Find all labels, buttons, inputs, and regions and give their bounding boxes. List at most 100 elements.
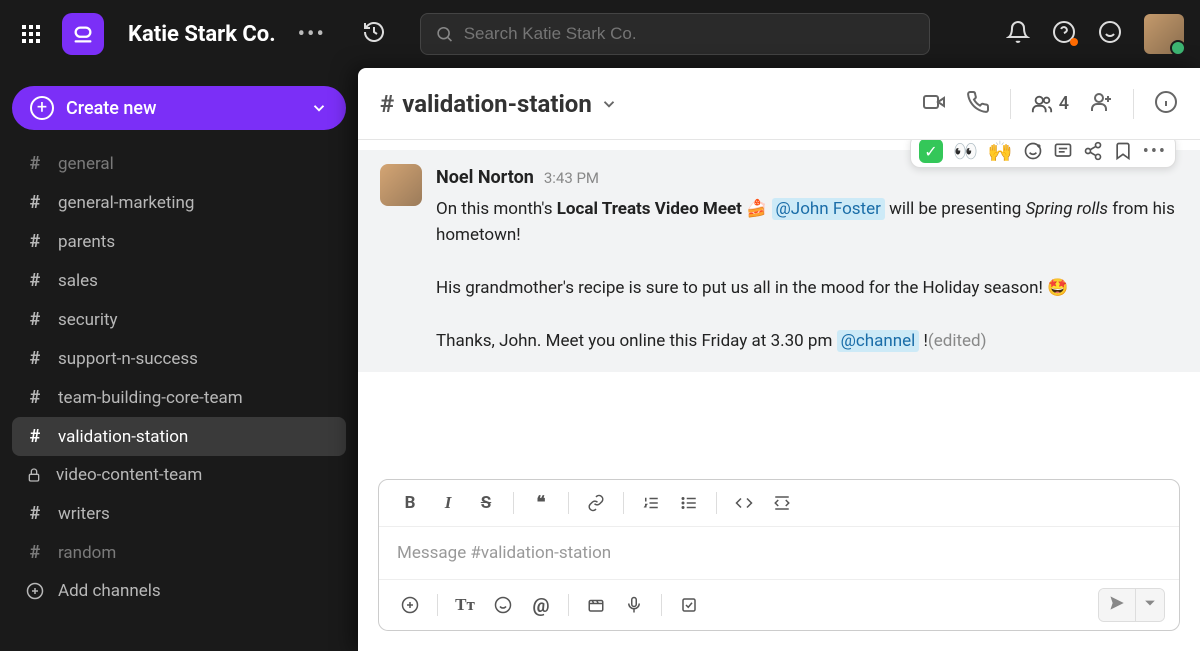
reaction-eyes[interactable]: 👀 — [953, 140, 978, 163]
video-clip-button[interactable] — [579, 590, 613, 620]
workspace-more-icon[interactable]: ••• — [298, 22, 326, 47]
composer-input[interactable]: Message #validation-station — [379, 527, 1179, 579]
audio-clip-button[interactable] — [617, 590, 651, 620]
channel-label: random — [58, 543, 116, 563]
plus-icon: + — [30, 96, 54, 120]
reaction-hands[interactable]: 🙌 — [988, 140, 1013, 163]
channel-label: team-building-core-team — [58, 388, 243, 408]
add-people-icon[interactable] — [1089, 90, 1113, 118]
more-icon[interactable]: ••• — [1143, 141, 1167, 162]
history-icon[interactable] — [362, 20, 386, 48]
add-channels-label: Add channels — [58, 581, 161, 601]
hash-icon: # — [26, 309, 44, 330]
add-channels-button[interactable]: Add channels — [12, 572, 346, 610]
thread-icon[interactable] — [1053, 141, 1073, 161]
format-button[interactable]: Tт — [448, 590, 482, 620]
search-box[interactable] — [420, 13, 930, 55]
mention-user[interactable]: @John Foster — [772, 198, 885, 220]
workspace-name[interactable]: Katie Stark Co. — [128, 22, 276, 47]
strike-button[interactable]: S — [469, 488, 503, 518]
channel-label: support-n-success — [58, 349, 198, 369]
channel-info-icon[interactable] — [1154, 90, 1178, 118]
create-new-label: Create new — [66, 98, 298, 119]
user-avatar[interactable] — [1144, 14, 1184, 54]
ordered-list-button[interactable] — [634, 488, 668, 518]
bookmark-icon[interactable] — [1113, 141, 1133, 161]
shortcuts-button[interactable] — [672, 590, 706, 620]
video-call-icon[interactable] — [922, 90, 946, 118]
mention-button[interactable]: @ — [524, 590, 558, 620]
workspace-logo[interactable] — [62, 13, 104, 55]
emoji-picker-button[interactable] — [486, 590, 520, 620]
chevron-down-icon — [600, 95, 618, 113]
add-reaction-icon[interactable] — [1023, 141, 1043, 161]
hash-icon: # — [26, 387, 44, 408]
plus-circle-icon — [26, 582, 44, 600]
sidebar-channel-sales[interactable]: # sales — [12, 261, 346, 300]
sidebar-channel-team-building-core-team[interactable]: # team-building-core-team — [12, 378, 346, 417]
hash-icon: # — [26, 192, 44, 213]
sidebar-channel-security[interactable]: # security — [12, 300, 346, 339]
message-avatar[interactable] — [380, 164, 422, 206]
channel-label: writers — [58, 504, 110, 524]
channel-title[interactable]: # validation-station — [380, 90, 618, 118]
code-block-button[interactable] — [765, 488, 799, 518]
apps-grid-icon[interactable] — [16, 19, 46, 49]
hash-icon: # — [26, 270, 44, 291]
search-icon — [435, 24, 454, 44]
message-composer: B I S ❝ — [378, 479, 1180, 631]
message-time: 3:43 PM — [544, 167, 599, 190]
quote-button[interactable]: ❝ — [524, 488, 558, 518]
chevron-down-icon — [310, 99, 328, 117]
phone-call-icon[interactable] — [966, 90, 990, 118]
sidebar-channel-support-n-success[interactable]: # support-n-success — [12, 339, 346, 378]
reaction-check[interactable]: ✓ — [919, 140, 943, 163]
lock-icon — [26, 467, 42, 483]
reaction-toolbar: ✓ 👀 🙌 ••• — [910, 140, 1176, 168]
channel-name: validation-station — [402, 90, 592, 118]
hash-icon: # — [26, 542, 44, 563]
mention-channel[interactable]: @channel — [837, 330, 920, 352]
send-options-button[interactable] — [1135, 589, 1164, 621]
sidebar-channel-writers[interactable]: # writers — [12, 494, 346, 533]
italic-button[interactable]: I — [431, 488, 465, 518]
link-button[interactable] — [579, 488, 613, 518]
help-notification-dot — [1070, 38, 1078, 46]
bold-button[interactable]: B — [393, 488, 427, 518]
emoji-icon[interactable] — [1098, 20, 1122, 48]
people-icon — [1031, 93, 1053, 115]
sidebar-channel-video-content-team[interactable]: video-content-team — [12, 456, 346, 494]
channel-label: video-content-team — [56, 465, 202, 485]
code-button[interactable] — [727, 488, 761, 518]
attach-button[interactable] — [393, 590, 427, 620]
channel-label: parents — [58, 232, 115, 252]
channel-label: general-marketing — [58, 193, 194, 213]
help-icon[interactable] — [1052, 20, 1076, 48]
unordered-list-button[interactable] — [672, 488, 706, 518]
send-button[interactable] — [1099, 589, 1135, 621]
channel-label: validation-station — [58, 427, 188, 447]
sidebar-channel-parents[interactable]: # parents — [12, 222, 346, 261]
sidebar: + Create new #general#general-marketing#… — [0, 68, 358, 651]
message-text: On this month's Local Treats Video Meet … — [436, 196, 1178, 354]
hash-icon: # — [380, 90, 394, 118]
share-icon[interactable] — [1083, 141, 1103, 161]
hash-icon: # — [26, 503, 44, 524]
create-new-button[interactable]: + Create new — [12, 86, 346, 130]
sidebar-channel-general-marketing[interactable]: # general-marketing — [12, 183, 346, 222]
hash-icon: # — [26, 348, 44, 369]
channel-label: general — [58, 154, 114, 174]
notifications-icon[interactable] — [1006, 20, 1030, 48]
sidebar-channel-general[interactable]: # general — [12, 144, 346, 183]
search-input[interactable] — [464, 24, 915, 44]
hash-icon: # — [26, 426, 44, 447]
channel-label: security — [58, 310, 118, 330]
hash-icon: # — [26, 231, 44, 252]
sidebar-channel-random[interactable]: # random — [12, 533, 346, 572]
member-count[interactable]: 4 — [1031, 93, 1069, 115]
message-author[interactable]: Noel Norton — [436, 164, 534, 192]
hash-icon: # — [26, 153, 44, 174]
sidebar-channel-validation-station[interactable]: # validation-station — [12, 417, 346, 456]
message: ✓ 👀 🙌 ••• — [358, 150, 1200, 372]
channel-label: sales — [58, 271, 98, 291]
